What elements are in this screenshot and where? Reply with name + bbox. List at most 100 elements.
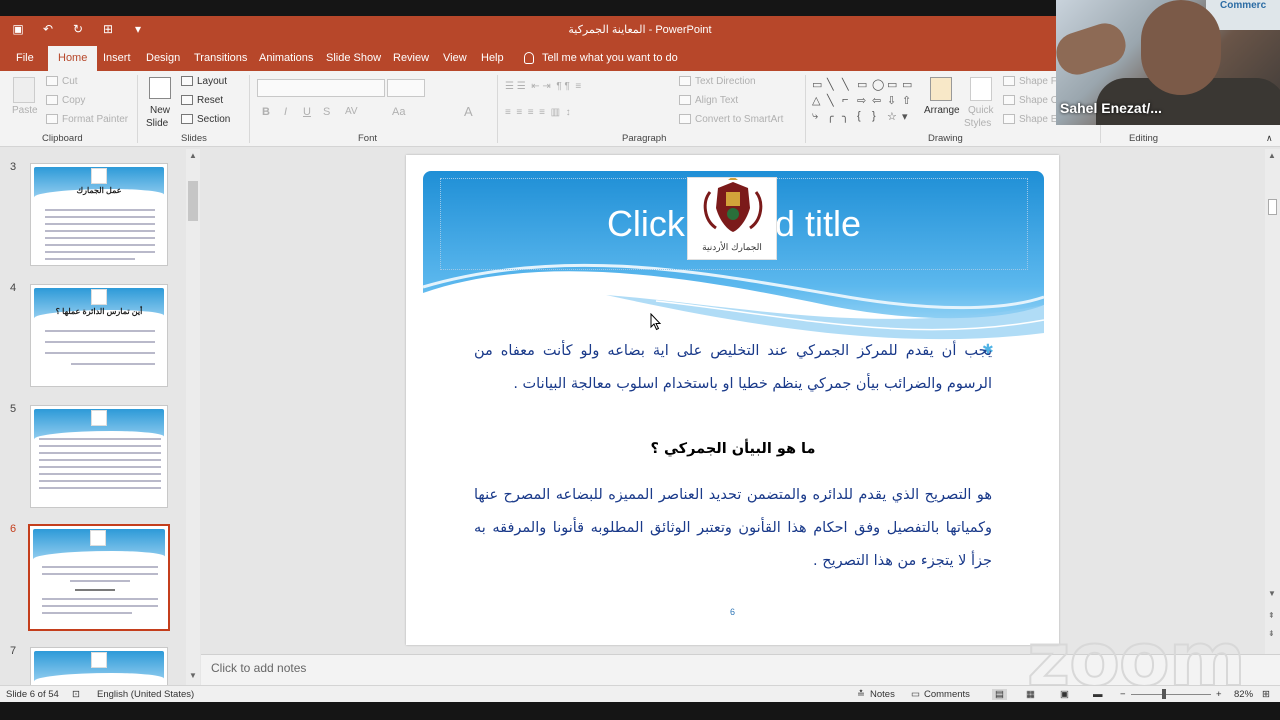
scroll-up-arrow-icon[interactable]: ▲	[1268, 151, 1276, 160]
tab-design[interactable]: Design	[142, 49, 184, 71]
section-button[interactable]: Section	[181, 114, 230, 125]
quick-styles-label-1[interactable]: Quick	[968, 105, 994, 116]
quick-styles-icon	[970, 77, 992, 101]
copy-button[interactable]: Copy	[46, 95, 85, 106]
arrange-icon	[930, 77, 952, 101]
reset-button[interactable]: Reset	[181, 95, 223, 106]
clipboard-group-label: Clipboard	[42, 133, 83, 144]
slide-thumbnail-5[interactable]	[30, 405, 168, 508]
separator	[805, 75, 806, 143]
notes-toggle-icon[interactable]: ≛	[857, 689, 865, 700]
shape-fill-icon	[1003, 76, 1015, 87]
thumb-title: عمل الجمارك	[76, 186, 122, 195]
slideshow-view-icon[interactable]: ▬	[1093, 689, 1103, 700]
tab-home[interactable]: Home	[48, 46, 98, 71]
tab-review[interactable]: Review	[389, 49, 433, 71]
paste-button[interactable]: Paste	[12, 105, 38, 116]
zoom-slider-thumb[interactable]	[1162, 689, 1166, 699]
align-text-button[interactable]: Align Text	[679, 95, 738, 106]
tab-insert[interactable]: Insert	[99, 49, 135, 71]
brush-icon	[46, 114, 58, 125]
shapes-gallery[interactable]: ▭ ╲ ╲ ▭ ◯ ▭ ▭ △ ╲ ⌐ ⇨ ⇦ ⇩ ⇧ ⤷ ╭ ╮{} ☆ ▾	[812, 78, 918, 124]
slide-thumbnail-7[interactable]	[30, 647, 168, 685]
tab-view[interactable]: View	[439, 49, 471, 71]
jordan-customs-emblem: الجمارك الأردنية	[687, 176, 777, 260]
comments-icon[interactable]: ▭	[911, 689, 920, 700]
italic-button[interactable]: I	[284, 106, 287, 118]
reading-view-icon[interactable]: ▣	[1060, 689, 1069, 700]
format-painter-button[interactable]: Format Painter	[46, 114, 128, 125]
font-name-combo[interactable]	[257, 79, 385, 97]
slide-thumbnail-3[interactable]: عمل الجمارك	[30, 163, 168, 266]
zoom-slider[interactable]	[1131, 694, 1211, 695]
scroll-down-arrow-icon[interactable]: ▼	[189, 671, 197, 680]
slide-scrollbar[interactable]: ▲ ▼ ⇞ ⇟	[1265, 149, 1280, 654]
bold-button[interactable]: B	[262, 106, 270, 118]
arrange-button[interactable]: Arrange	[924, 105, 960, 116]
font-group-label: Font	[358, 133, 378, 144]
zoom-out-icon[interactable]: −	[1120, 689, 1126, 700]
lightbulb-icon	[524, 52, 534, 65]
tab-transitions[interactable]: Transitions	[190, 49, 251, 71]
bullets-icon[interactable]: ☰ ☰ ⇤ ⇥ ¶ ¶ ≡	[505, 81, 581, 92]
shape-fill-button[interactable]: Shape Fill	[1003, 76, 1063, 87]
tab-file[interactable]: File	[12, 49, 38, 71]
next-slide-icon[interactable]: ⇟	[1268, 629, 1275, 638]
convert-smartart-button[interactable]: Convert to SmartArt	[679, 114, 783, 125]
char-spacing-button[interactable]: AV	[345, 106, 358, 117]
scrollbar-thumb[interactable]	[188, 181, 198, 221]
webcam-video: Commerc Sahel Enezat/...	[1056, 0, 1280, 125]
slide-thumbnails-panel: 3 عمل الجمارك 4 أين تمارس الدائرة عملها …	[0, 149, 200, 685]
fit-to-window-icon[interactable]: ⊞	[1262, 689, 1270, 700]
shape-outline-icon	[1003, 95, 1015, 106]
language-indicator[interactable]: English (United States)	[97, 689, 194, 700]
new-slide-label-1[interactable]: New	[150, 105, 170, 116]
text-direction-button[interactable]: Text Direction	[679, 76, 756, 87]
reset-label: Reset	[197, 95, 224, 106]
spellcheck-icon[interactable]: ⊡	[72, 689, 80, 700]
underline-button[interactable]: U	[303, 106, 311, 118]
comments-button[interactable]: Comments	[924, 689, 970, 700]
font-color-button[interactable]: A	[464, 104, 473, 119]
format-painter-label: Format Painter	[62, 114, 129, 125]
tab-help[interactable]: Help	[477, 49, 508, 71]
drawing-group-label: Drawing	[928, 133, 963, 144]
slide-thumbnail-6[interactable]	[28, 524, 170, 631]
presenter-hand	[1056, 18, 1131, 80]
change-case-button[interactable]: Aa	[392, 106, 405, 118]
scroll-down-arrow-icon[interactable]: ▼	[1268, 589, 1276, 598]
tell-me-box[interactable]: Tell me what you want to do	[524, 49, 678, 67]
zoom-in-icon[interactable]: +	[1216, 689, 1222, 700]
scroll-up-arrow-icon[interactable]: ▲	[189, 151, 197, 160]
layout-button[interactable]: Layout	[181, 76, 227, 87]
new-slide-label-2[interactable]: Slide	[146, 118, 168, 129]
paragraph-group-label: Paragraph	[622, 133, 667, 144]
notes-button[interactable]: Notes	[870, 689, 895, 700]
alignment-icons[interactable]: ≡ ≡ ≡ ≡ ▥ ↕	[505, 107, 571, 118]
current-slide[interactable]: Click to add title الجمارك الأردنية ✱ يج…	[406, 155, 1059, 645]
normal-view-icon[interactable]: ▤	[992, 689, 1007, 700]
slide-sorter-icon[interactable]: ▦	[1026, 689, 1035, 700]
font-size-combo[interactable]	[387, 79, 425, 97]
slide-question[interactable]: ما هو البيأن الجمركي ؟	[474, 441, 992, 457]
tab-animations[interactable]: Animations	[255, 49, 317, 71]
notes-placeholder[interactable]: Click to add notes	[211, 661, 306, 675]
slide-thumbnail-4[interactable]: أين تمارس الدائرة عملها ؟	[30, 284, 168, 387]
quick-styles-label-2[interactable]: Styles	[964, 118, 991, 129]
previous-slide-icon[interactable]: ⇞	[1268, 611, 1275, 620]
strikethrough-button[interactable]: S	[323, 106, 330, 118]
thumbnails-scrollbar[interactable]: ▲ ▼	[186, 149, 200, 685]
tab-slide-show[interactable]: Slide Show	[322, 49, 385, 71]
cut-button[interactable]: Cut	[46, 76, 78, 87]
thumb-number: 6	[10, 523, 17, 535]
slide-definition-text[interactable]: هو التصريح الذي يقدم للدائره والمتضمن تح…	[474, 479, 992, 578]
smartart-icon	[679, 114, 691, 125]
status-bar: Slide 6 of 54 ⊡ English (United States) …	[0, 685, 1280, 702]
collapse-ribbon-icon[interactable]: ∧	[1266, 133, 1273, 144]
zoom-level[interactable]: 82%	[1234, 689, 1253, 700]
scrollbar-thumb[interactable]	[1268, 199, 1277, 215]
text-direction-label: Text Direction	[695, 76, 756, 87]
presenter-head	[1141, 0, 1221, 95]
cut-label: Cut	[62, 76, 78, 87]
slide-body-text[interactable]: يجب أن يقدم للمركز الجمركي عند التخليص ع…	[474, 335, 992, 401]
